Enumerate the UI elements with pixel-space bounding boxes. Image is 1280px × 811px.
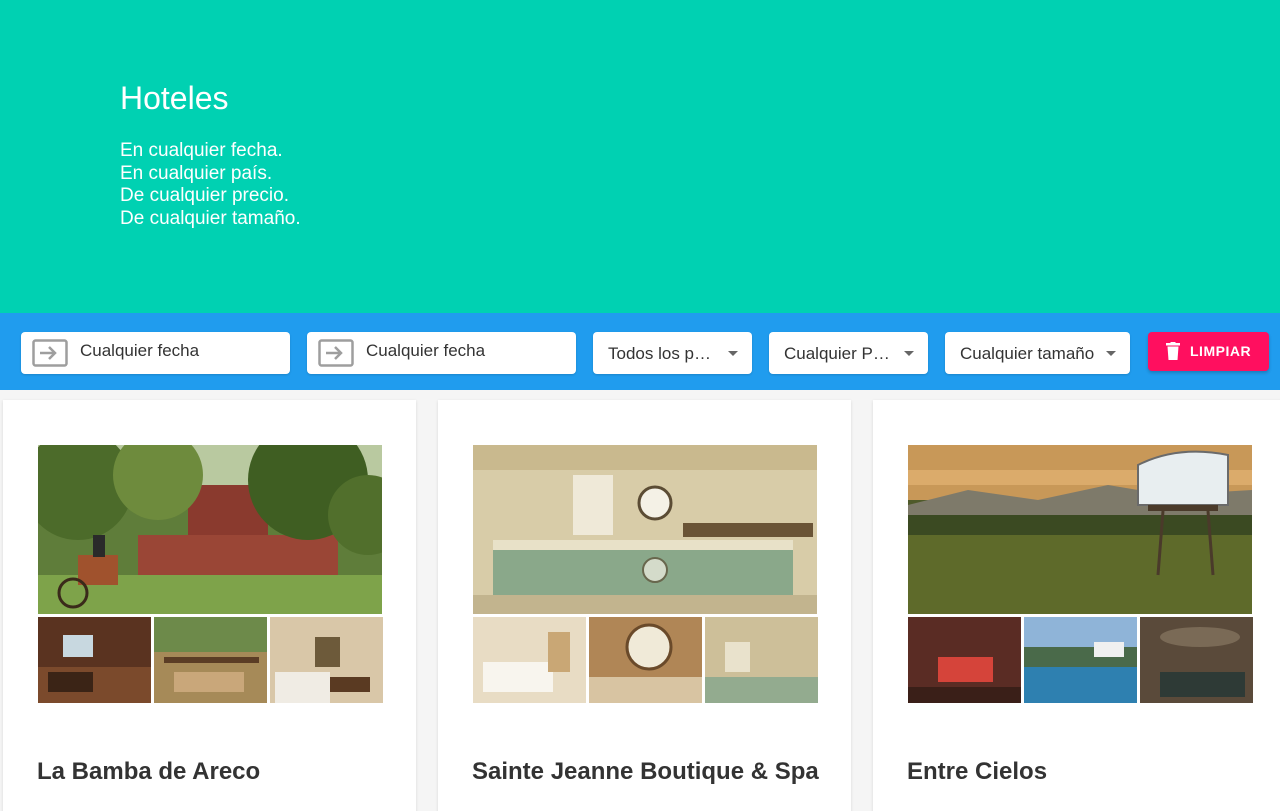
hotel-name[interactable]: Sainte Jeanne Boutique & Spa [472, 758, 819, 786]
chevron-down-icon [1106, 351, 1116, 356]
hotel-thumbnail [589, 617, 702, 703]
country-select[interactable]: Todos los p… [593, 332, 752, 374]
chevron-down-icon [904, 351, 914, 356]
country-select-value: Todos los p… [608, 344, 711, 363]
date-to-value: Cualquier fecha [366, 341, 486, 360]
date-from-value: Cualquier fecha [80, 341, 200, 360]
hotel-name[interactable]: Entre Cielos [907, 758, 1047, 786]
hotel-thumbnail [38, 617, 151, 703]
hotel-thumbnail [270, 617, 383, 703]
hotel-main-photo [38, 445, 382, 614]
hotel-main-photo [473, 445, 817, 614]
hero-line: En cualquier país. [120, 162, 273, 184]
hotel-card[interactable]: Sainte Jeanne Boutique & Spa [438, 400, 851, 811]
hero-line: De cualquier precio. [120, 185, 289, 206]
hotel-thumbnail [473, 617, 586, 703]
price-select-value: Cualquier P… [784, 344, 890, 363]
hero-section: Hoteles En cualquier fecha. En cualquier… [0, 0, 1280, 313]
hotel-thumbnail [705, 617, 818, 703]
size-select[interactable]: Cualquier tamaño [945, 332, 1130, 374]
date-to-field[interactable]: Cualquier fecha [307, 332, 576, 374]
hotel-card[interactable]: La Bamba de Areco [3, 400, 416, 811]
page-title: Hoteles [120, 80, 229, 116]
hotel-list: La Bamba de Areco Sainte Jeanne Boutique… [0, 390, 1280, 811]
filter-bar: Cualquier fecha Cualquier fecha Todos lo… [0, 313, 1280, 390]
trash-icon [1166, 342, 1180, 360]
clear-filters-button[interactable]: LIMPIAR [1148, 332, 1269, 371]
size-select-value: Cualquier tamaño [960, 344, 1095, 363]
clear-button-label: LIMPIAR [1190, 343, 1252, 359]
hotel-name[interactable]: La Bamba de Areco [37, 758, 260, 786]
date-range-icon [32, 339, 68, 367]
hero-line: En cualquier fecha. [120, 140, 283, 161]
hotel-main-photo [908, 445, 1252, 614]
date-range-icon [318, 339, 354, 367]
hotel-thumbnail [1140, 617, 1253, 703]
hotel-thumbnail [908, 617, 1021, 703]
hero-subtitle: En cualquier fecha. En cualquier país. D… [120, 140, 301, 230]
date-from-field[interactable]: Cualquier fecha [21, 332, 290, 374]
hotel-thumbnail [154, 617, 267, 703]
price-select[interactable]: Cualquier P… [769, 332, 928, 374]
hero-line: De cualquier tamaño. [120, 207, 301, 229]
chevron-down-icon [728, 351, 738, 356]
hotel-thumbnail [1024, 617, 1137, 703]
hotel-card[interactable]: Entre Cielos [873, 400, 1280, 811]
